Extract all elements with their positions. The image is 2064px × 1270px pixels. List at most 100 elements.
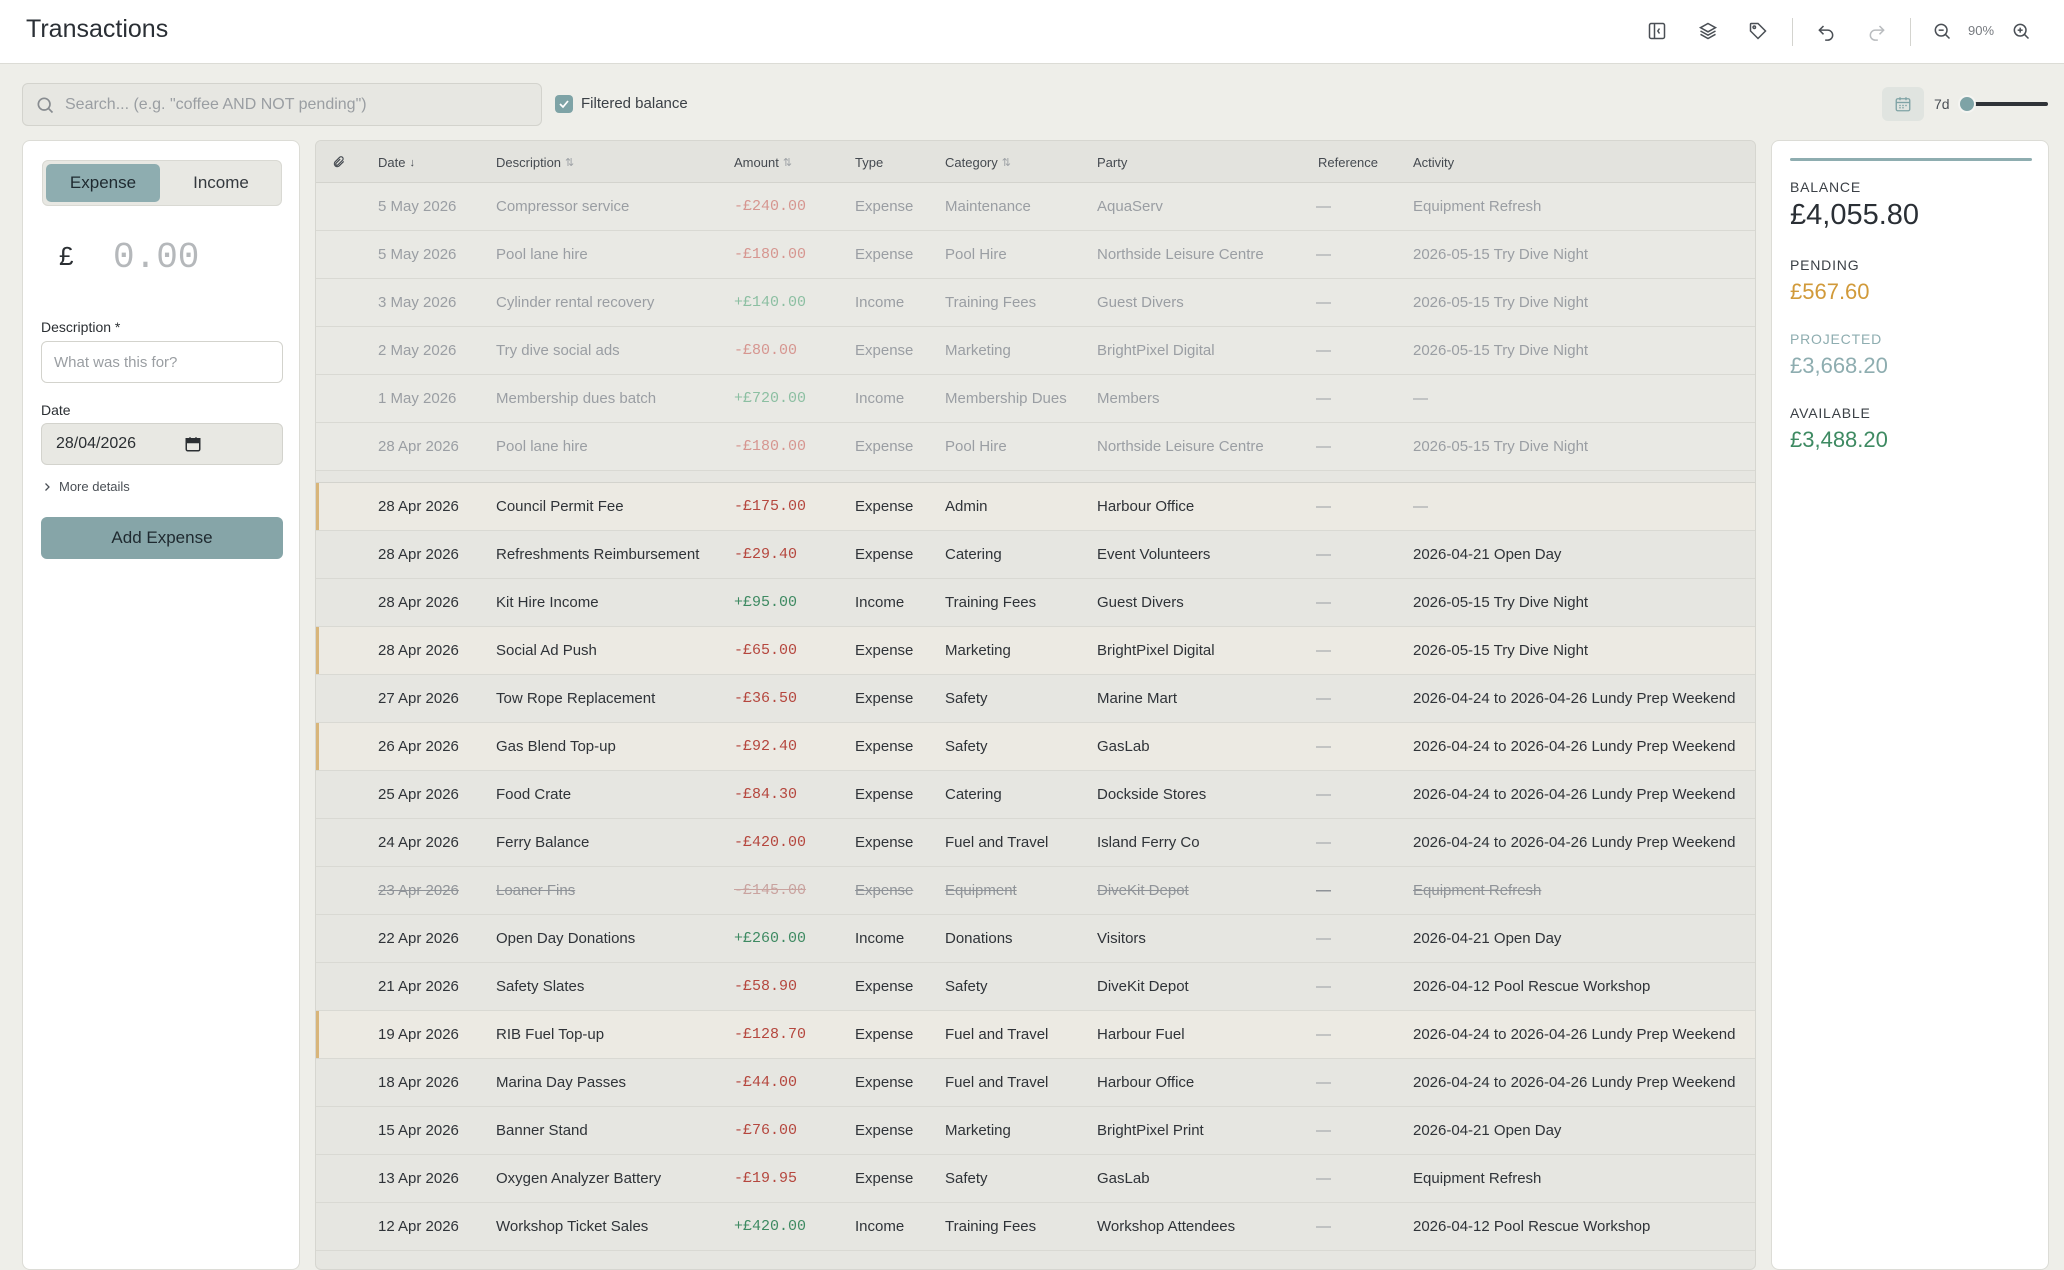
table-row[interactable]: 28 Apr 2026 Refreshments Reimbursement -£2…	[316, 531, 1755, 579]
column-header-category[interactable]: Category ⇅	[945, 155, 1011, 170]
cell-type: Expense	[855, 738, 914, 755]
filtered-balance-checkbox[interactable]	[555, 95, 573, 113]
cell-type: Expense	[855, 546, 914, 563]
table-row[interactable]: 18 Apr 2026 Marina Day Passes -£44.00 Expen…	[316, 1059, 1755, 1107]
tag-icon[interactable]	[1745, 18, 1771, 44]
date-value: 28/04/2026	[56, 435, 137, 452]
cell-date: 15 Apr 2026	[378, 1122, 459, 1139]
cell-category: Safety	[945, 1170, 988, 1187]
cell-date: 28 Apr 2026	[378, 438, 459, 455]
attachment-column-header[interactable]	[332, 155, 346, 169]
table-row[interactable]: 24 Apr 2026 Ferry Balance -£420.00 Expense F…	[316, 819, 1755, 867]
cell-date: 21 Apr 2026	[378, 978, 459, 995]
pending-indicator	[316, 723, 319, 770]
cell-category: Safety	[945, 690, 988, 707]
search-box	[22, 83, 542, 126]
table-row[interactable]: 23 Apr 2026 Loaner Fins -£145.00 Expense Equ…	[316, 867, 1755, 915]
cell-party: BrightPixel Print	[1097, 1122, 1204, 1139]
sort-desc-icon: ↓	[409, 156, 415, 169]
cell-reference: —	[1316, 594, 1331, 611]
table-row[interactable]: 28 Apr 2026 Kit Hire Income +£95.00 Income T…	[316, 579, 1755, 627]
table-row[interactable]: 26 Apr 2026 Gas Blend Top-up -£92.40 Expens…	[316, 723, 1755, 771]
date-range-button[interactable]	[1882, 87, 1924, 121]
type-income-button[interactable]: Income	[164, 164, 278, 202]
column-header-party[interactable]: Party	[1097, 155, 1127, 170]
type-expense-button[interactable]: Expense	[46, 164, 160, 202]
cell-party: DiveKit Depot	[1097, 882, 1189, 899]
column-header-activity[interactable]: Activity	[1413, 155, 1454, 170]
cell-party: AquaServ	[1097, 198, 1163, 215]
pending-indicator	[316, 1011, 319, 1058]
table-row[interactable]: 3 May 2026 Cylinder rental recovery +£140.…	[316, 279, 1755, 327]
add-expense-button[interactable]: Add Expense	[41, 517, 283, 559]
cell-description: Compressor service	[496, 198, 630, 215]
redo-icon[interactable]	[1864, 18, 1890, 44]
cell-amount: -£145.00	[734, 882, 807, 899]
zoom-out-icon[interactable]	[1929, 18, 1955, 44]
balance-value: £4,055.80	[1790, 199, 1920, 231]
chevron-right-icon	[45, 482, 50, 491]
table-row[interactable]: 15 Apr 2026 Banner Stand -£76.00 Expense Mar…	[316, 1107, 1755, 1155]
cell-description: Safety Slates	[496, 978, 585, 995]
cell-party: BrightPixel Digital	[1097, 642, 1215, 659]
cell-category: Fuel and Travel	[945, 1026, 1049, 1043]
cell-reference: —	[1316, 390, 1331, 407]
table-row[interactable]: 28 Apr 2026 Social Ad Push -£65.00 Expense M…	[316, 627, 1755, 675]
table-row[interactable]: 28 Apr 2026 Council Permit Fee -£175.00 Exp…	[316, 483, 1755, 531]
cell-category: Training Fees	[945, 1218, 1037, 1235]
table-row[interactable]: 21 Apr 2026 Safety Slates -£58.90 Expense Sa…	[316, 963, 1755, 1011]
pending-label: PENDING	[1790, 257, 1860, 273]
range-slider-thumb[interactable]	[1958, 95, 1976, 113]
undo-icon[interactable]	[1813, 18, 1839, 44]
amount-input[interactable]	[113, 233, 283, 281]
zoom-in-icon[interactable]	[2008, 18, 2034, 44]
cell-date: 1 May 2026	[378, 390, 457, 407]
cell-activity: 2026-05-15 Try Dive Night	[1413, 294, 1589, 311]
cell-activity: 2026-05-15 Try Dive Night	[1413, 246, 1589, 263]
cell-description: Refreshments Reimbursement	[496, 546, 700, 563]
column-header-amount[interactable]: Amount ⇅	[734, 155, 792, 170]
table-row[interactable]: 25 Apr 2026 Food Crate -£84.30 Expense Cater…	[316, 771, 1755, 819]
cell-description: Social Ad Push	[496, 642, 597, 659]
cell-reference: —	[1316, 1074, 1331, 1091]
table-row[interactable]: 13 Apr 2026 Oxygen Analyzer Battery -£19.9…	[316, 1155, 1755, 1203]
cell-description: Cylinder rental recovery	[496, 294, 655, 311]
table-header: Date ↓ Description ⇅ Amount ⇅ Type Category…	[316, 141, 1755, 183]
cell-activity: 2026-04-24 to 2026-04-26 Lundy Prep Week…	[1413, 690, 1736, 707]
cell-type: Expense	[855, 834, 914, 851]
table-row[interactable]: 22 Apr 2026 Open Day Donations +£260.00 Inc…	[316, 915, 1755, 963]
cell-type: Expense	[855, 342, 914, 359]
pending-value: £567.60	[1790, 279, 1870, 304]
cell-category: Donations	[945, 930, 1013, 947]
table-row[interactable]: 12 Apr 2026 Workshop Ticket Sales +£420.00…	[316, 1203, 1755, 1251]
cell-description: Open Day Donations	[496, 930, 636, 947]
table-row[interactable]: 28 Apr 2026 Pool lane hire -£180.00 Expense…	[316, 423, 1755, 471]
cell-reference: —	[1316, 1218, 1331, 1235]
table-row[interactable]: 27 Apr 2026 Tow Rope Replacement -£36.50 Ex…	[316, 675, 1755, 723]
search-input[interactable]	[65, 84, 535, 125]
table-row[interactable]: 1 May 2026 Membership dues batch +£720.00 I…	[316, 375, 1755, 423]
cell-type: Expense	[855, 498, 914, 515]
table-row[interactable]: 5 May 2026 Pool lane hire -£180.00 Expense P…	[316, 231, 1755, 279]
layers-icon[interactable]	[1695, 18, 1721, 44]
cell-activity: 2026-04-12 Pool Rescue Workshop	[1413, 1218, 1651, 1235]
table-row[interactable]: 19 Apr 2026 RIB Fuel Top-up -£128.70 Expens…	[316, 1011, 1755, 1059]
cell-type: Expense	[855, 198, 914, 215]
column-header-description[interactable]: Description ⇅	[496, 155, 574, 170]
description-label: Description *	[41, 319, 121, 335]
table-row[interactable]: 5 May 2026 Compressor service -£240.00 Expe…	[316, 183, 1755, 231]
column-header-date[interactable]: Date ↓	[378, 155, 415, 170]
more-details-toggle[interactable]: More details	[41, 479, 130, 494]
entry-panel: Expense Income £ Description * Date 28/0…	[22, 140, 300, 1270]
cell-date: 19 Apr 2026	[378, 1026, 459, 1043]
column-header-reference[interactable]: Reference	[1318, 155, 1378, 170]
cell-category: Catering	[945, 786, 1002, 803]
calendar-icon[interactable]	[184, 435, 202, 453]
cell-activity: 2026-04-21 Open Day	[1413, 1122, 1562, 1139]
date-input[interactable]: 28/04/2026	[41, 423, 283, 465]
description-input[interactable]	[41, 341, 283, 383]
cell-party: GasLab	[1097, 738, 1150, 755]
column-header-type[interactable]: Type	[855, 155, 883, 170]
table-row[interactable]: 2 May 2026 Try dive social ads -£80.00 Expe…	[316, 327, 1755, 375]
sidebar-toggle-icon[interactable]	[1644, 18, 1670, 44]
